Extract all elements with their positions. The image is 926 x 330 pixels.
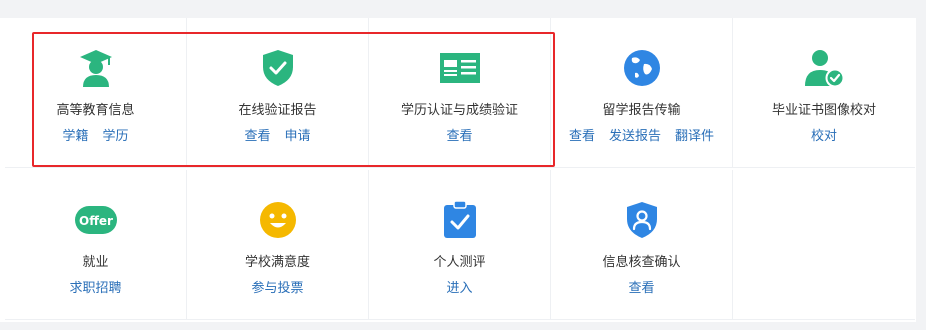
- service-higher-education-info: 高等教育信息 学籍 学历: [5, 18, 187, 168]
- link-enter[interactable]: 进入: [446, 280, 472, 298]
- link-job-search[interactable]: 求职招聘: [69, 280, 121, 298]
- offer-badge-icon: Offer: [5, 200, 186, 240]
- service-title: 学校满意度: [244, 255, 310, 270]
- service-title: 毕业证书图像校对: [771, 103, 876, 118]
- service-links: 求职招聘: [5, 280, 186, 298]
- service-title: 学历认证与成绩验证: [400, 103, 518, 118]
- user-check-icon: [733, 48, 915, 88]
- service-links: 校对: [733, 128, 915, 146]
- service-employment: Offer 就业 求职招聘: [5, 170, 187, 320]
- service-online-verification-report: 在线验证报告 查看 申请: [187, 18, 369, 168]
- smiley-icon: [187, 200, 368, 240]
- service-diploma-image-check: 毕业证书图像校对 校对: [733, 18, 915, 168]
- service-title: 高等教育信息: [56, 103, 135, 118]
- service-title: 留学报告传输: [602, 103, 681, 118]
- link-apply[interactable]: 申请: [285, 128, 311, 146]
- shield-user-icon: [551, 200, 732, 240]
- service-links: 参与投票: [187, 280, 368, 298]
- globe-icon: [551, 48, 732, 88]
- service-title: 个人测评: [433, 255, 486, 270]
- clipboard-check-icon: [369, 200, 550, 240]
- shield-check-icon: [187, 48, 368, 88]
- link-academic-degree[interactable]: 学历: [103, 128, 129, 146]
- certificate-card-icon: [369, 48, 550, 88]
- link-view[interactable]: 查看: [244, 128, 270, 146]
- link-vote[interactable]: 参与投票: [251, 280, 303, 298]
- link-translation[interactable]: 翻译件: [675, 128, 714, 146]
- offer-icon-text: Offer: [79, 214, 113, 228]
- service-links: 学籍 学历: [5, 128, 186, 146]
- service-links: 查看: [369, 128, 550, 146]
- service-links: 进入: [369, 280, 550, 298]
- link-send-report[interactable]: 发送报告: [609, 128, 661, 146]
- service-info-verification: 信息核查确认 查看: [551, 170, 733, 320]
- service-links: 查看: [551, 280, 732, 298]
- link-view[interactable]: 查看: [446, 128, 472, 146]
- link-proofread[interactable]: 校对: [811, 128, 837, 146]
- link-view[interactable]: 查看: [569, 128, 595, 146]
- service-links: 查看 发送报告 翻译件: [551, 128, 732, 146]
- link-view[interactable]: 查看: [628, 280, 654, 298]
- service-degree-certification: 学历认证与成绩验证 查看: [369, 18, 551, 168]
- service-links: 查看 申请: [187, 128, 368, 146]
- service-overseas-report-transfer: 留学报告传输 查看 发送报告 翻译件: [551, 18, 733, 168]
- graduation-cap-icon: [5, 48, 186, 88]
- service-title: 在线验证报告: [238, 103, 317, 118]
- services-panel: 高等教育信息 学籍 学历 在线验证报告 查看 申请 学历认证与成绩验证 查看 留…: [0, 18, 916, 322]
- service-school-satisfaction: 学校满意度 参与投票: [187, 170, 369, 320]
- service-title: 信息核查确认: [602, 255, 681, 270]
- service-personal-assessment: 个人测评 进入: [369, 170, 551, 320]
- service-title: 就业: [82, 255, 109, 270]
- link-enrollment-status[interactable]: 学籍: [62, 128, 88, 146]
- empty-cell: [733, 170, 915, 320]
